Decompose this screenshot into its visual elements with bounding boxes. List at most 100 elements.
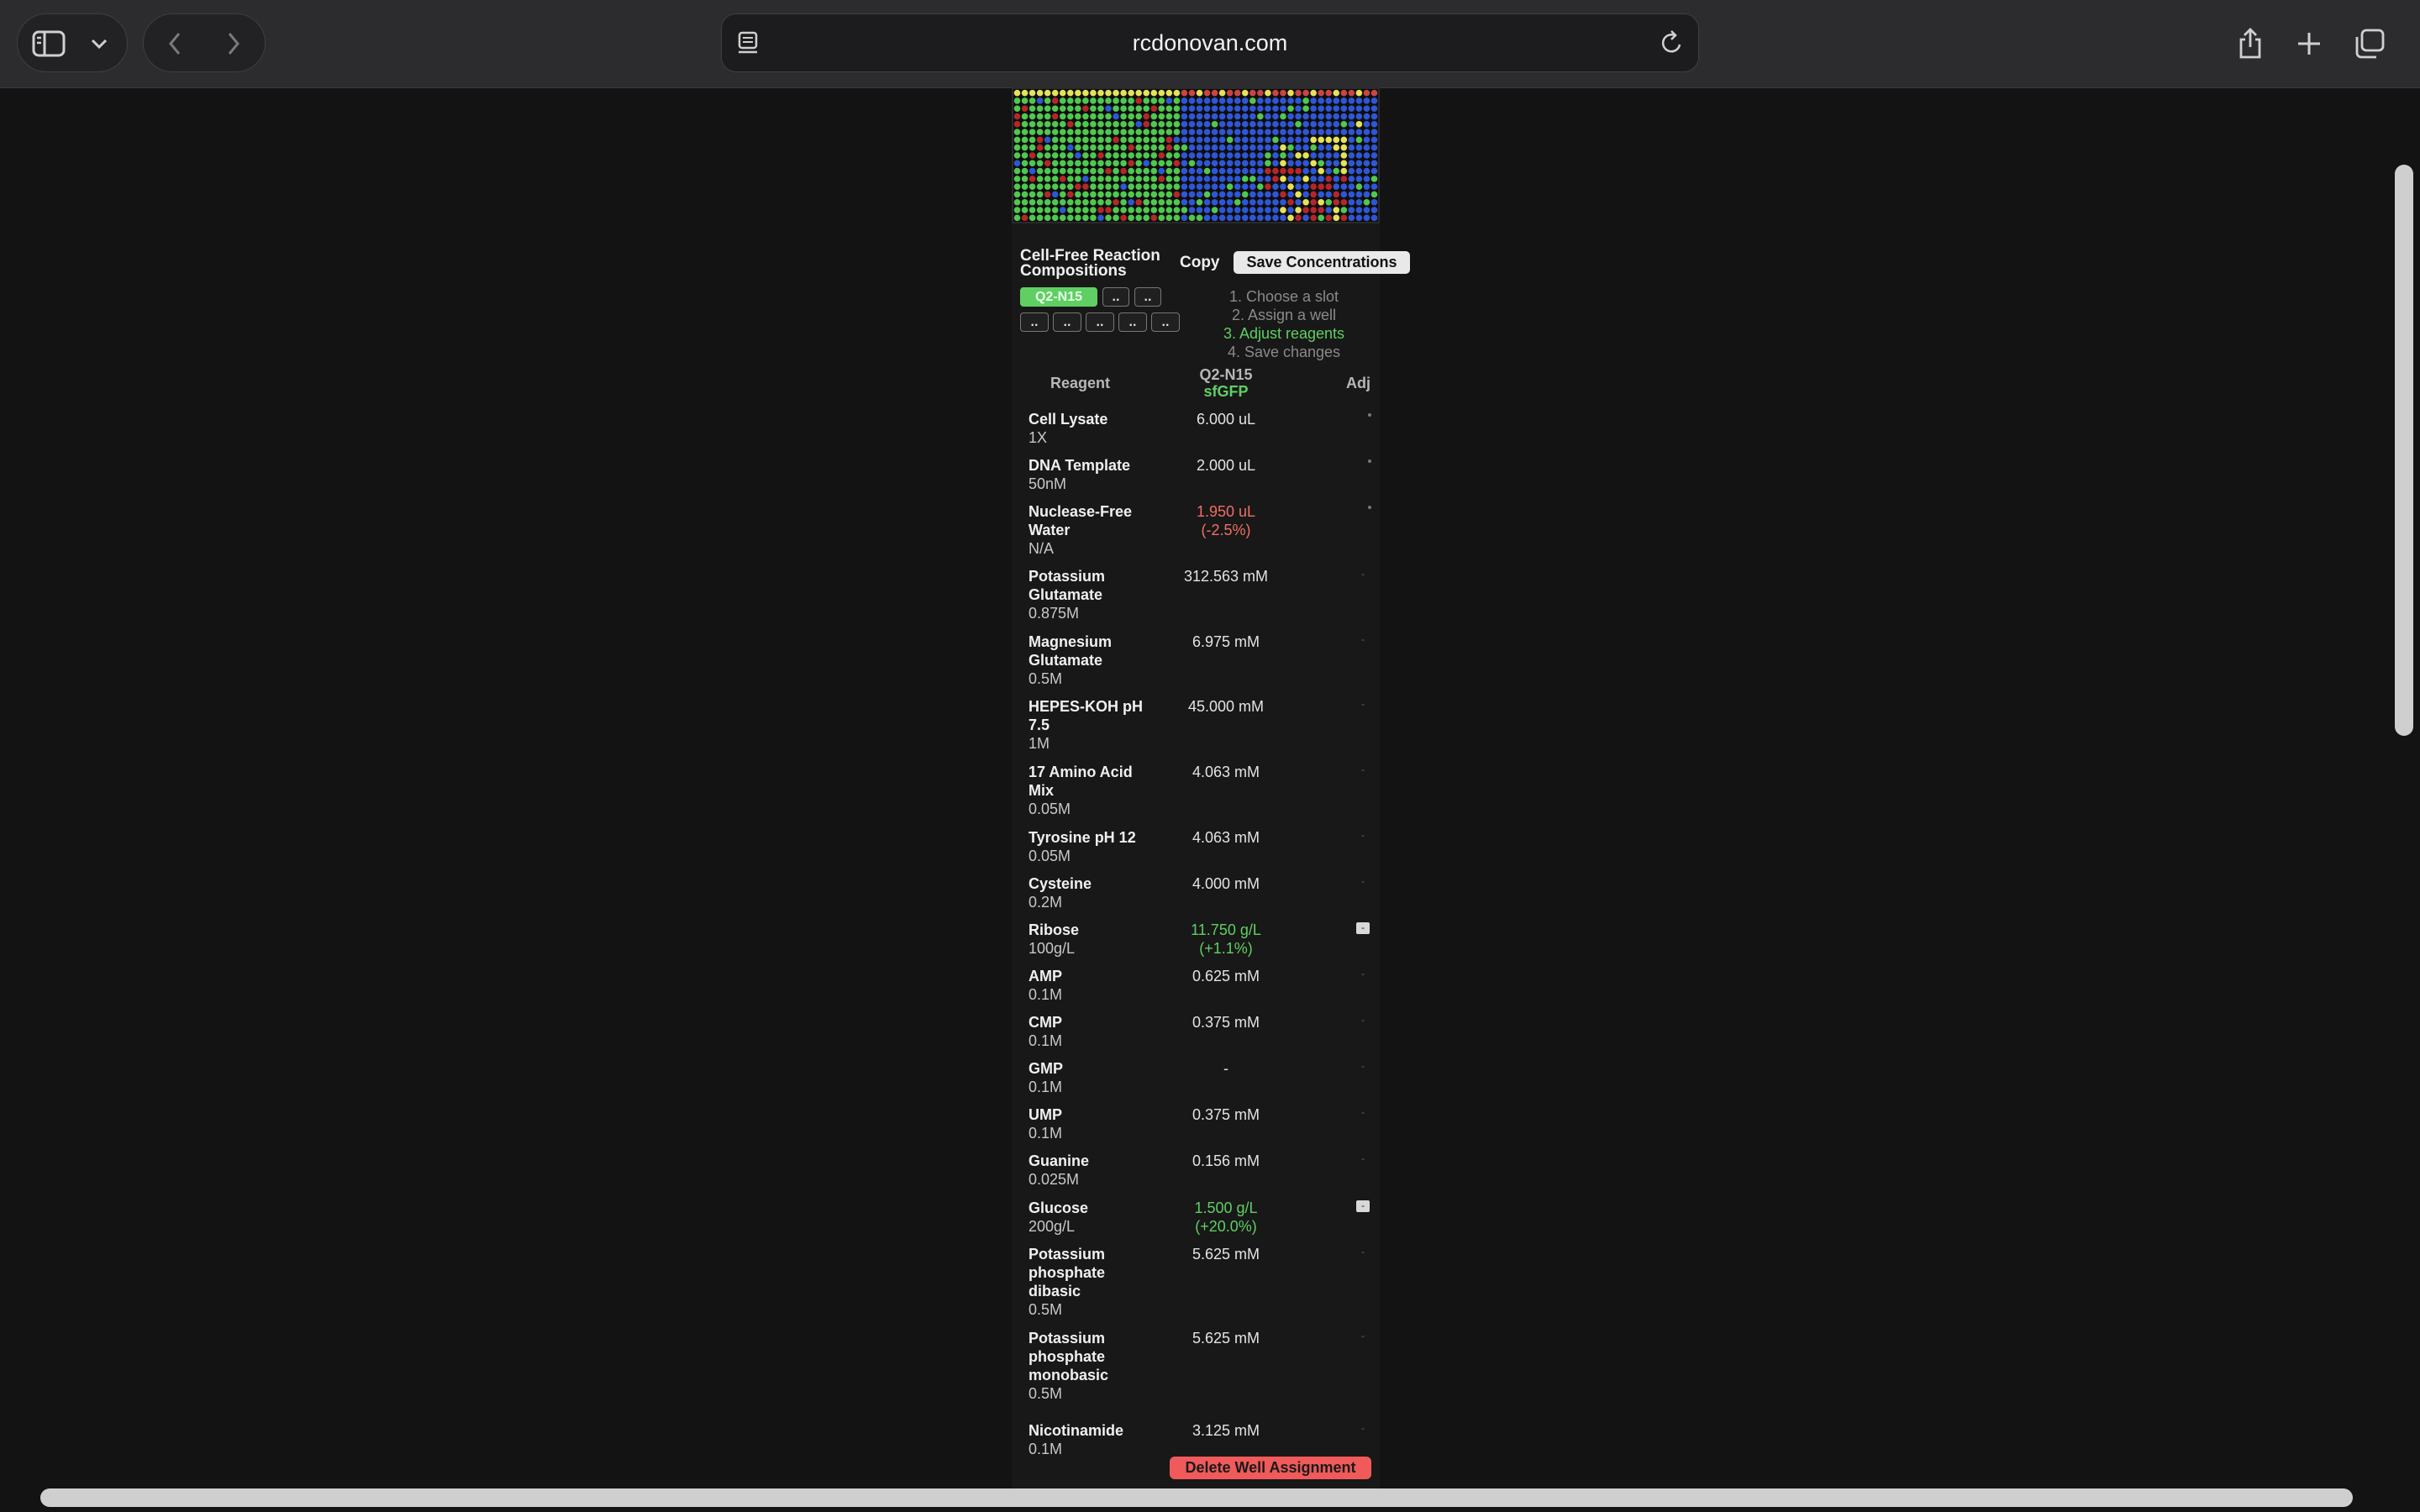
plate-well[interactable]: [1165, 167, 1173, 175]
plate-well[interactable]: [1234, 152, 1241, 159]
plate-well[interactable]: [1028, 129, 1036, 135]
plate-well[interactable]: [1090, 176, 1097, 182]
plate-well[interactable]: [1348, 191, 1355, 198]
plate-well[interactable]: [1143, 160, 1150, 167]
plate-well[interactable]: [1097, 129, 1104, 135]
plate-well[interactable]: [1249, 176, 1256, 182]
plate-well[interactable]: [1310, 191, 1317, 198]
plate-well[interactable]: [1021, 191, 1028, 198]
plate-well[interactable]: [1158, 121, 1165, 128]
plate-well[interactable]: [1318, 129, 1324, 135]
plate-well[interactable]: [1150, 152, 1158, 159]
plate-well[interactable]: [1287, 113, 1294, 120]
plate-well[interactable]: [1287, 198, 1294, 206]
plate-well[interactable]: [1370, 198, 1378, 206]
plate-well[interactable]: [1318, 214, 1324, 222]
plate-well[interactable]: [1272, 113, 1279, 120]
plate-well[interactable]: [1280, 214, 1286, 222]
plate-well[interactable]: [1090, 121, 1097, 128]
plate-well[interactable]: [1188, 136, 1196, 144]
adjust-toggle[interactable]: -: [1356, 1061, 1370, 1073]
plate-well[interactable]: [1090, 207, 1097, 213]
plate-well[interactable]: [1218, 144, 1226, 151]
plate-well[interactable]: [1257, 129, 1264, 135]
plate-well[interactable]: [1097, 176, 1104, 182]
plate-well[interactable]: [1272, 191, 1279, 198]
plate-well[interactable]: [1348, 214, 1355, 222]
plate-well[interactable]: [1051, 136, 1059, 144]
plate-well[interactable]: [1128, 214, 1134, 222]
plate-well[interactable]: [1188, 160, 1196, 167]
plate-well[interactable]: [1333, 144, 1340, 151]
reagent-value[interactable]: 6.975 mM: [1155, 633, 1297, 651]
plate-well[interactable]: [1302, 207, 1309, 213]
plate-well[interactable]: [1355, 214, 1363, 222]
plate-well[interactable]: [1241, 105, 1249, 113]
plate-well[interactable]: [1287, 89, 1294, 97]
plate-well[interactable]: [1044, 136, 1051, 144]
plate-well[interactable]: [1302, 191, 1309, 198]
plate-well[interactable]: [1257, 152, 1264, 159]
plate-well[interactable]: [1218, 198, 1226, 206]
plate-well[interactable]: [1120, 89, 1127, 97]
plate-well[interactable]: [1196, 176, 1203, 182]
plate-well[interactable]: [1211, 176, 1218, 182]
plate-well[interactable]: [1355, 160, 1363, 167]
new-tab-icon[interactable]: [2284, 18, 2334, 69]
plate-well[interactable]: [1059, 152, 1066, 159]
plate-well[interactable]: [1082, 152, 1089, 159]
plate-well[interactable]: [1051, 160, 1059, 167]
plate-well[interactable]: [1165, 152, 1173, 159]
plate-well[interactable]: [1067, 113, 1074, 120]
well-plate-heatmap[interactable]: [1012, 87, 1380, 223]
plate-well[interactable]: [1067, 144, 1074, 151]
plate-well[interactable]: [1348, 152, 1355, 159]
plate-well[interactable]: [1241, 89, 1249, 97]
plate-well[interactable]: [1287, 152, 1294, 159]
plate-well[interactable]: [1196, 183, 1203, 190]
adjust-toggle[interactable]: -: [1356, 1247, 1370, 1258]
plate-well[interactable]: [1318, 144, 1324, 151]
plate-well[interactable]: [1370, 167, 1378, 175]
plate-well[interactable]: [1181, 113, 1188, 120]
plate-well[interactable]: [1051, 214, 1059, 222]
plate-well[interactable]: [1044, 121, 1051, 128]
plate-well[interactable]: [1363, 167, 1370, 175]
plate-well[interactable]: [1333, 214, 1340, 222]
plate-well[interactable]: [1325, 214, 1333, 222]
reagent-value[interactable]: 0.375 mM: [1155, 1013, 1297, 1032]
plate-well[interactable]: [1150, 198, 1158, 206]
plate-well[interactable]: [1196, 160, 1203, 167]
plate-well[interactable]: [1150, 160, 1158, 167]
plate-well[interactable]: [1211, 152, 1218, 159]
plate-well[interactable]: [1075, 121, 1081, 128]
plate-well[interactable]: [1044, 198, 1051, 206]
plate-well[interactable]: [1036, 214, 1044, 222]
plate-well[interactable]: [1280, 113, 1286, 120]
plate-well[interactable]: [1097, 191, 1104, 198]
plate-well[interactable]: [1234, 160, 1241, 167]
plate-well[interactable]: [1302, 113, 1309, 120]
plate-well[interactable]: [1036, 105, 1044, 113]
plate-well[interactable]: [1355, 129, 1363, 135]
plate-well[interactable]: [1135, 214, 1142, 222]
plate-well[interactable]: [1128, 144, 1134, 151]
reagent-value[interactable]: 6.000 uL: [1155, 410, 1297, 428]
plate-well[interactable]: [1036, 183, 1044, 190]
plate-well[interactable]: [1370, 176, 1378, 182]
plate-well[interactable]: [1059, 105, 1066, 113]
plate-well[interactable]: [1173, 136, 1181, 144]
plate-well[interactable]: [1082, 136, 1089, 144]
plate-well[interactable]: [1075, 183, 1081, 190]
plate-well[interactable]: [1036, 144, 1044, 151]
plate-well[interactable]: [1044, 160, 1051, 167]
plate-well[interactable]: [1340, 183, 1348, 190]
plate-well[interactable]: [1044, 152, 1051, 159]
plate-well[interactable]: [1028, 214, 1036, 222]
plate-well[interactable]: [1013, 183, 1021, 190]
plate-well[interactable]: [1355, 113, 1363, 120]
plate-well[interactable]: [1302, 144, 1309, 151]
plate-well[interactable]: [1105, 152, 1112, 159]
plate-well[interactable]: [1234, 129, 1241, 135]
slot-tab[interactable]: ..: [1102, 287, 1129, 307]
